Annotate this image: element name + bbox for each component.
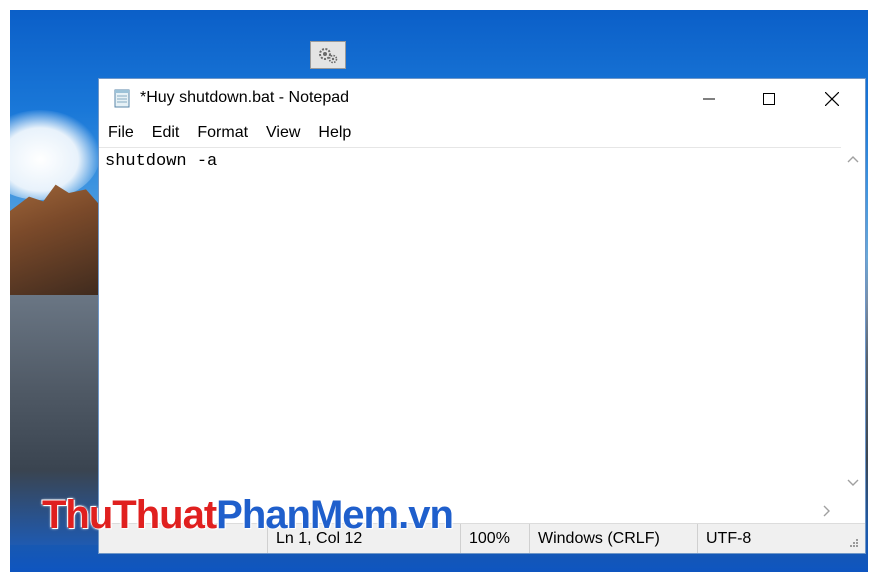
resize-grip-icon[interactable] [847,538,859,550]
minimize-icon [703,98,715,100]
gear-icon[interactable] [310,41,346,69]
title-bar[interactable]: *Huy shutdown.bat - Notepad [99,79,865,119]
watermark-part3: .vn [398,493,454,537]
close-icon [825,92,839,106]
watermark-part1: ThuThuat [42,493,217,537]
menu-view[interactable]: View [257,119,309,147]
scroll-right-icon[interactable] [823,505,831,517]
menu-file[interactable]: File [99,119,143,147]
status-line-ending: Windows (CRLF) [529,524,660,553]
minimize-button[interactable] [686,79,732,119]
menu-help[interactable]: Help [309,119,360,147]
text-editor[interactable]: shutdown -a [99,147,841,499]
watermark-part2: PhanMem [216,493,399,537]
status-zoom: 100% [460,524,510,553]
maximize-icon [763,93,775,105]
close-button[interactable] [809,79,855,119]
notepad-window: *Huy shutdown.bat - Notepad File Edit Fo… [98,78,866,554]
menu-edit[interactable]: Edit [143,119,189,147]
notepad-icon [112,88,132,108]
vertical-scrollbar[interactable] [841,147,865,499]
watermark-logo: ThuThuatPhanMem.vn [42,493,454,537]
scroll-down-icon[interactable] [847,479,859,487]
status-encoding: UTF-8 [697,524,751,553]
menu-bar: File Edit Format View Help [99,119,865,147]
scroll-up-icon[interactable] [847,155,859,163]
maximize-button[interactable] [746,79,792,119]
menu-format[interactable]: Format [188,119,257,147]
scrollbar-corner [841,499,865,523]
window-title: *Huy shutdown.bat - Notepad [140,89,350,106]
